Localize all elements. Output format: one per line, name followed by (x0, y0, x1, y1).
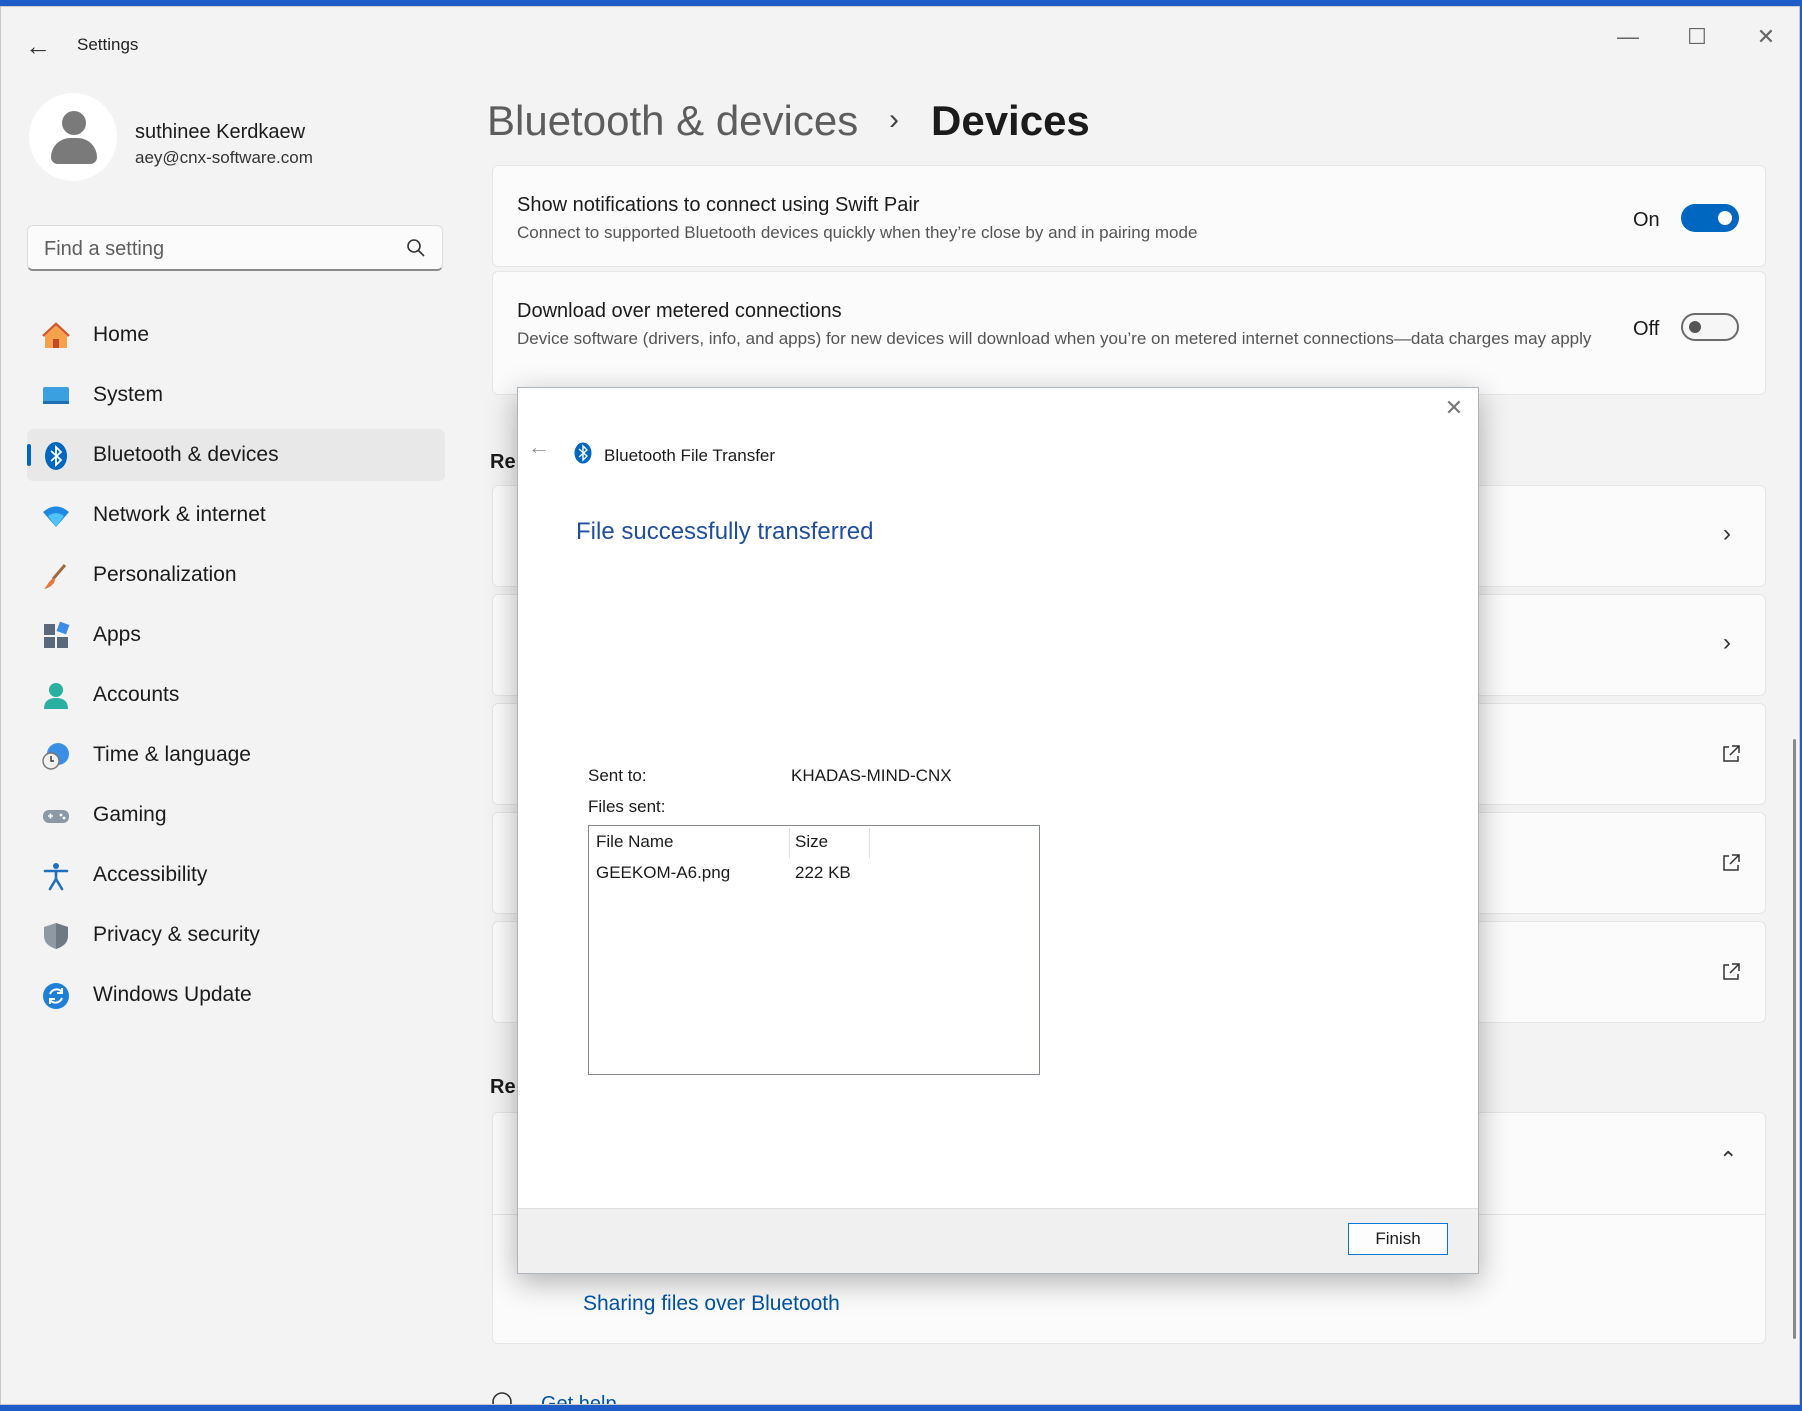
clock-icon (42, 743, 69, 770)
bluetooth-icon (45, 442, 67, 470)
sidebar-item-label: Time & language (93, 743, 251, 766)
open-external-icon (1723, 854, 1740, 871)
sidebar-item-label: Accessibility (93, 863, 208, 886)
wifi-icon (43, 506, 69, 527)
system-icon (43, 387, 69, 404)
setting-title: Download over metered connections (517, 300, 842, 322)
sidebar-item-network[interactable]: Network & internet (27, 489, 445, 541)
chevron-right-icon: › (1723, 629, 1731, 656)
search-placeholder: Find a setting (44, 238, 165, 260)
sidebar-item-personalization[interactable]: Personalization (27, 549, 445, 601)
toggle-state-label: Off (1633, 318, 1660, 340)
setting-title: Show notifications to connect using Swif… (517, 194, 920, 216)
column-divider[interactable] (869, 828, 870, 858)
sidebar-item-bluetooth[interactable]: Bluetooth & devices (27, 429, 445, 481)
sidebar-item-label: Home (93, 323, 150, 346)
sidebar-item-windows-update[interactable]: Windows Update (27, 969, 445, 1021)
open-external-icon (1723, 963, 1740, 980)
sent-to-label: Sent to: (588, 766, 647, 785)
transfer-status-heading: File successfully transferred (576, 518, 874, 545)
toggle-state-label: On (1633, 209, 1660, 231)
close-window-icon[interactable]: ✕ (1736, 19, 1796, 55)
back-arrow-icon[interactable]: ← (528, 434, 550, 460)
page-title: Devices (931, 97, 1090, 144)
sidebar-item-label: Apps (93, 623, 141, 646)
sidebar-item-accounts[interactable]: Accounts (27, 669, 445, 721)
sidebar-item-system[interactable]: System (27, 369, 445, 421)
user-email: aey@cnx-software.com (135, 148, 313, 167)
brush-icon (44, 564, 67, 589)
file-name-cell[interactable]: GEEKOM-A6.png (596, 863, 730, 883)
selection-indicator (27, 444, 31, 466)
sidebar-item-label: Privacy & security (93, 923, 260, 946)
sidebar-item-label: Network & internet (93, 503, 266, 526)
chevron-up-icon[interactable]: ⌃ (1719, 1147, 1737, 1173)
shield-icon (44, 923, 68, 949)
sidebar-item-label: Accounts (93, 683, 180, 706)
close-icon[interactable]: ✕ (1440, 394, 1468, 422)
breadcrumb-parent[interactable]: Bluetooth & devices (487, 97, 858, 145)
search-icon (407, 239, 425, 257)
home-icon (42, 322, 70, 348)
breadcrumb-separator: › (889, 103, 899, 136)
files-list[interactable]: File Name Size GEEKOM-A6.png 222 KB (588, 825, 1040, 1075)
setting-description: Device software (drivers, info, and apps… (517, 329, 1592, 348)
swift-pair-card: Show notifications to connect using Swif… (492, 165, 1766, 267)
title-bar: ← Settings — ☐ ✕ (1, 7, 1799, 77)
settings-window: ← Settings — ☐ ✕ suthinee Kerdkaew aey@c… (0, 6, 1800, 1405)
file-size-cell[interactable]: 222 KB (795, 863, 851, 883)
get-help-link[interactable]: Get help (541, 1393, 617, 1404)
sidebar-item-label: Windows Update (93, 983, 252, 1006)
column-divider[interactable] (789, 828, 790, 858)
column-header-file-name[interactable]: File Name (596, 832, 673, 852)
back-arrow-icon[interactable]: ← (21, 29, 55, 63)
dialog-footer: Finish (518, 1208, 1478, 1273)
dialog-title: Bluetooth File Transfer (604, 446, 776, 465)
minimize-icon[interactable]: — (1598, 19, 1658, 55)
accounts-icon (44, 683, 68, 709)
apps-icon (44, 621, 70, 648)
swift-pair-toggle[interactable] (1681, 204, 1739, 232)
gamepad-icon (43, 810, 69, 823)
sidebar-item-home[interactable]: Home (27, 309, 445, 361)
sidebar-item-label: Bluetooth & devices (93, 443, 279, 466)
metered-toggle[interactable] (1681, 313, 1739, 341)
sidebar-item-privacy[interactable]: Privacy & security (27, 909, 445, 961)
scrollbar[interactable] (1793, 739, 1796, 1339)
search-input[interactable]: Find a setting (27, 225, 443, 271)
sidebar-item-label: Personalization (93, 563, 237, 586)
bluetooth-file-transfer-dialog: ✕ ← Bluetooth File Transfer File success… (517, 387, 1479, 1274)
sent-to-value: KHADAS-MIND-CNX (791, 766, 952, 785)
setting-description: Connect to supported Bluetooth devices q… (517, 223, 1198, 242)
finish-button[interactable]: Finish (1348, 1223, 1448, 1255)
sidebar-item-accessibility[interactable]: Accessibility (27, 849, 445, 901)
update-icon (43, 983, 69, 1009)
sharing-files-link[interactable]: Sharing files over Bluetooth (583, 1292, 840, 1316)
chevron-right-icon: › (1723, 520, 1731, 547)
sidebar-item-gaming[interactable]: Gaming (27, 789, 445, 841)
files-sent-label: Files sent: (588, 797, 666, 816)
metered-connections-card: Download over metered connections Device… (492, 271, 1766, 395)
sidebar-item-label: Gaming (93, 803, 167, 826)
maximize-icon[interactable]: ☐ (1667, 19, 1727, 55)
user-name: suthinee Kerdkaew (135, 121, 306, 143)
app-title: Settings (77, 35, 139, 54)
help-icon (492, 1392, 512, 1404)
sidebar-item-label: System (93, 383, 164, 406)
column-header-size[interactable]: Size (795, 832, 828, 852)
avatar[interactable] (29, 93, 117, 181)
bluetooth-icon (574, 442, 592, 464)
sidebar-item-time-language[interactable]: Time & language (27, 729, 445, 781)
sidebar-item-apps[interactable]: Apps (27, 609, 445, 661)
open-external-icon (1723, 745, 1740, 762)
accessibility-icon (43, 863, 69, 891)
